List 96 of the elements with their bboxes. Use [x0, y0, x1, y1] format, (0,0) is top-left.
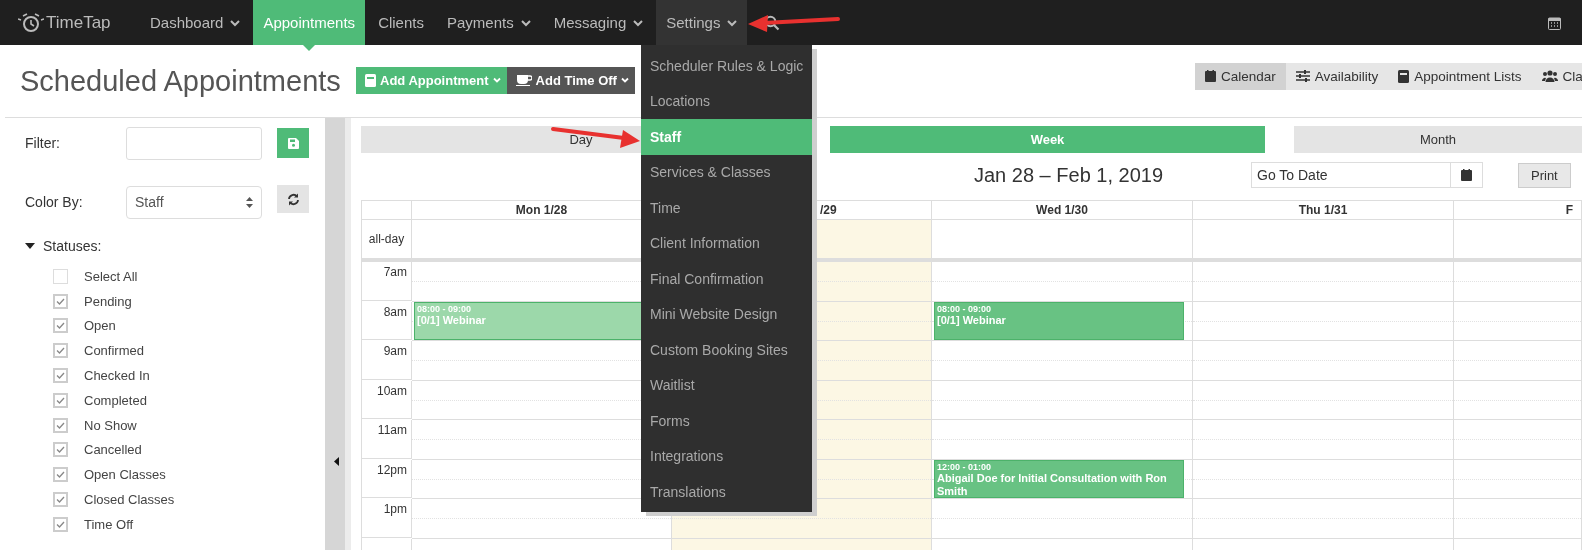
- color-by-select[interactable]: Staff: [126, 185, 262, 219]
- status-label: Completed: [84, 392, 147, 408]
- add-button[interactable]: Add Time Off: [506, 66, 635, 94]
- hour-label: 12pm: [362, 459, 412, 498]
- checkbox[interactable]: [53, 516, 68, 532]
- status-label: Time Off: [84, 516, 134, 532]
- statuses-label: Statuses:: [43, 238, 102, 254]
- caret-icon[interactable]: [25, 243, 35, 249]
- status-label: Confirmed: [84, 343, 144, 359]
- day-header: F: [1454, 201, 1582, 220]
- filter-field[interactable]: [126, 126, 262, 160]
- status-label: Open: [84, 318, 116, 334]
- go-to-date-field[interactable]: Go To Date: [1251, 162, 1451, 188]
- print-button[interactable]: Print: [1518, 162, 1571, 188]
- checkbox[interactable]: [53, 293, 68, 309]
- color-by-label: Color By:: [24, 194, 84, 210]
- checkbox[interactable]: [53, 268, 68, 284]
- status-label: Checked In: [84, 368, 150, 384]
- menu-item[interactable]: Forms: [641, 403, 812, 439]
- status-label: Select All: [84, 268, 138, 284]
- view-tab[interactable]: Cla: [1531, 62, 1582, 90]
- users-icon: [1541, 70, 1558, 82]
- chevron-down-icon: [620, 77, 629, 83]
- check-icon: [56, 496, 65, 504]
- book-icon: [365, 73, 376, 87]
- check-icon: [56, 396, 65, 404]
- day-header: Wed 1/30: [932, 201, 1193, 220]
- sort-arrows-icon: [246, 196, 253, 208]
- collapse-caret-icon[interactable]: [334, 457, 339, 466]
- status-label: No Show: [84, 417, 137, 433]
- alarm-clock-icon: [18, 11, 44, 34]
- active-pointer: [303, 45, 316, 51]
- hour-label: 7am: [362, 262, 412, 301]
- menu-item[interactable]: Locations: [641, 83, 812, 119]
- check-icon: [56, 372, 65, 380]
- nav-item[interactable]: Settings: [656, 0, 748, 45]
- coffee-cup-icon: [515, 74, 532, 86]
- view-tab[interactable]: Availability: [1285, 62, 1389, 90]
- chevron-down-icon: [727, 18, 738, 27]
- chevron-down-icon: [492, 77, 501, 83]
- view-tab[interactable]: Calendar: [1194, 62, 1286, 90]
- hour-label: 8am: [362, 301, 412, 340]
- hour-label: 9am: [362, 341, 412, 380]
- check-icon: [56, 520, 65, 528]
- sliders-icon: [1295, 70, 1310, 82]
- check-icon: [56, 421, 65, 429]
- check-icon: [56, 297, 65, 305]
- refresh-icon: [286, 192, 300, 206]
- nav-item[interactable]: Clients: [368, 0, 434, 45]
- menu-item[interactable]: Waitlist: [641, 367, 812, 403]
- save-button[interactable]: [277, 128, 309, 158]
- check-icon: [56, 347, 65, 355]
- checkbox[interactable]: [53, 343, 68, 359]
- menu-item[interactable]: Client Information: [641, 225, 812, 261]
- refresh-button[interactable]: [277, 185, 309, 213]
- nav-item[interactable]: Messaging: [543, 0, 654, 45]
- status-label: Closed Classes: [84, 492, 175, 508]
- view-tab[interactable]: Appointment Lists: [1388, 62, 1532, 90]
- check-icon: [56, 471, 65, 479]
- check-icon: [56, 322, 65, 330]
- checkbox[interactable]: [53, 318, 68, 334]
- menu-item[interactable]: Integrations: [641, 438, 812, 474]
- book-icon: [1398, 69, 1410, 83]
- filter-label: Filter:: [24, 135, 61, 151]
- menu-item[interactable]: Scheduler Rules & Logic: [641, 48, 812, 84]
- day-header: Thu 1/31: [1193, 201, 1454, 220]
- page-title: Scheduled Appointments: [20, 64, 342, 98]
- check-icon: [56, 446, 65, 454]
- checkbox[interactable]: [53, 417, 68, 433]
- chevron-down-icon: [520, 18, 531, 27]
- logo-text[interactable]: TimeTap: [46, 12, 111, 33]
- chevron-down-icon: [230, 18, 241, 27]
- menu-item[interactable]: Final Confirmation: [641, 261, 812, 297]
- checkbox[interactable]: [53, 368, 68, 384]
- chevron-down-icon: [633, 18, 644, 27]
- checkbox[interactable]: [53, 492, 68, 508]
- hour-label: 11am: [362, 420, 412, 459]
- hour-label: 1pm: [362, 499, 412, 538]
- status-label: Pending: [84, 293, 132, 309]
- hour-label: 10am: [362, 380, 412, 419]
- search-icon[interactable]: [764, 14, 781, 31]
- checkbox[interactable]: [53, 467, 68, 483]
- calendar-icon: [1461, 169, 1472, 181]
- menu-item[interactable]: Services & Classes: [641, 154, 812, 190]
- calendar-icon: [1204, 70, 1216, 82]
- checkbox[interactable]: [53, 442, 68, 458]
- status-label: Cancelled: [84, 442, 142, 458]
- nav-item[interactable]: Payments: [437, 0, 541, 45]
- nav-item[interactable]: Dashboard: [140, 0, 251, 45]
- date-range-title: Jan 28 – Feb 1, 2019: [974, 163, 1165, 187]
- range-tab[interactable]: Month: [1294, 126, 1582, 153]
- menu-item[interactable]: Translations: [641, 474, 812, 510]
- checkbox[interactable]: [53, 392, 68, 408]
- status-label: Open Classes: [84, 467, 166, 483]
- calendar-icon[interactable]: [1548, 16, 1561, 30]
- date-picker-button[interactable]: [1451, 162, 1483, 188]
